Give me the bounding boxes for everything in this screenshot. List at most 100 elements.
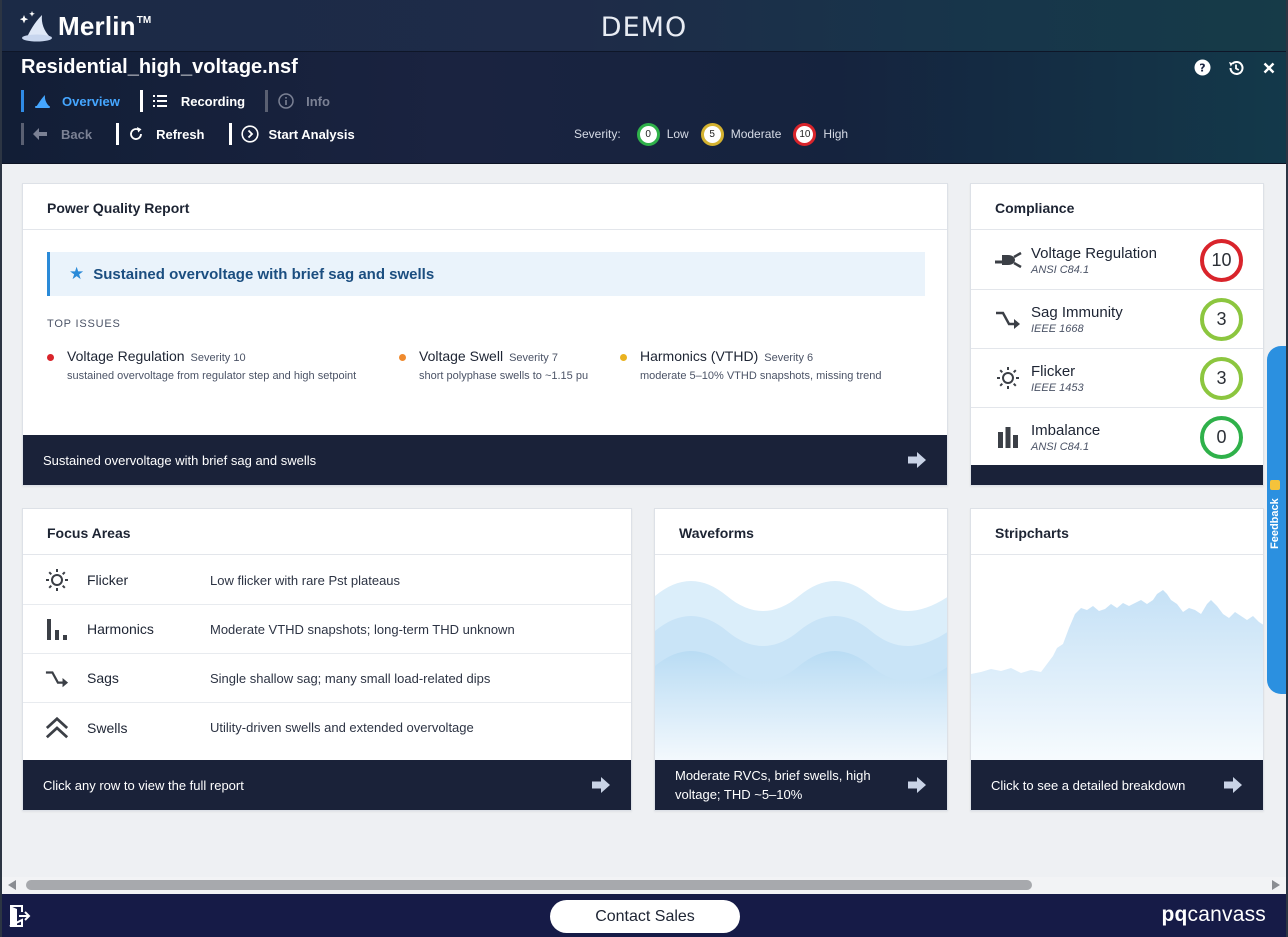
app-footer: Contact Sales pqcanvass [0, 894, 1288, 937]
focus-row-sags[interactable]: Sags Single shallow sag; many small load… [23, 654, 631, 703]
waveform-preview [655, 581, 947, 762]
compliance-row-flicker[interactable]: Flicker IEEE 1453 3 [971, 349, 1263, 408]
compliance-name: Sag Immunity [1031, 303, 1123, 321]
issue-name: Harmonics (VTHD) [640, 348, 759, 364]
stripcharts-footer-link[interactable]: Click to see a detailed breakdown [971, 760, 1263, 810]
exit-icon[interactable] [8, 905, 32, 927]
compliance-card: Compliance Voltage Regulation ANSI C84.1… [970, 183, 1264, 486]
refresh-icon [128, 125, 146, 143]
start-analysis-button[interactable]: Start Analysis [228, 123, 379, 145]
swell-icon [45, 716, 69, 740]
tab-overview[interactable]: Overview [21, 90, 140, 112]
stripcharts-title: Stripcharts [971, 509, 1263, 555]
history-icon[interactable] [1226, 58, 1245, 77]
focus-name: Swells [87, 719, 128, 736]
compliance-standard: ANSI C84.1 [1031, 263, 1090, 276]
compliance-row-sag-immunity[interactable]: Sag Immunity IEEE 1668 3 [971, 290, 1263, 349]
stripcharts-card[interactable]: Stripcharts Click to see a detailed brea… [970, 508, 1264, 811]
help-icon[interactable]: ? [1193, 58, 1212, 77]
bar-chart-icon [993, 425, 1023, 449]
star-icon: ★ [69, 264, 85, 283]
compliance-title: Compliance [971, 184, 1263, 230]
report-summary: ★ Sustained overvoltage with brief sag a… [47, 252, 925, 296]
harmonics-icon [45, 617, 69, 641]
report-footer-link[interactable]: Sustained overvoltage with brief sag and… [23, 435, 947, 485]
issue-severity: Severity 6 [764, 352, 814, 364]
scroll-left-arrow[interactable] [8, 880, 16, 890]
start-analysis-label: Start Analysis [268, 126, 355, 142]
severity-low-label: Low [666, 127, 689, 141]
arrow-right-icon [592, 777, 610, 793]
focus-areas-card: Focus Areas Flicker Low flicker with rar… [22, 508, 632, 811]
tab-info-label: Info [306, 93, 330, 109]
flicker-icon [45, 568, 69, 592]
severity-high-badge: 10 [793, 122, 817, 146]
issue-voltage-regulation: Voltage Regulation Severity 10 sustained … [47, 348, 356, 382]
brand-rest: canvass [1187, 903, 1266, 926]
compliance-score-badge: 10 [1200, 239, 1243, 282]
compliance-standard: IEEE 1453 [1031, 381, 1084, 394]
arrow-right-icon [908, 452, 926, 468]
brand-pq: pq [1161, 903, 1188, 926]
info-icon [278, 93, 294, 109]
plug-icon [993, 248, 1023, 272]
refresh-button[interactable]: Refresh [116, 123, 228, 145]
top-issues-heading: TOP ISSUES [47, 318, 121, 330]
close-icon[interactable] [1259, 58, 1278, 77]
play-circle-icon [240, 125, 259, 143]
compliance-standard: ANSI C84.1 [1031, 440, 1090, 453]
compliance-name: Imbalance [1031, 421, 1101, 439]
back-button[interactable]: Back [21, 123, 116, 145]
focus-name: Flicker [87, 572, 129, 588]
severity-legend: Severity: 0 Low 5 Moderate 10 High [574, 122, 860, 146]
issue-severity-dot [47, 354, 54, 361]
compliance-row-voltage-regulation[interactable]: Voltage Regulation ANSI C84.1 10 [971, 231, 1263, 290]
compliance-score-badge: 3 [1200, 357, 1243, 400]
compliance-row-imbalance[interactable]: Imbalance ANSI C84.1 0 [971, 408, 1263, 467]
sag-icon [45, 666, 69, 690]
focus-name: Sags [87, 670, 119, 686]
severity-low-badge: 0 [636, 122, 660, 146]
tab-info[interactable]: Info [265, 90, 350, 112]
stripchart-preview [971, 590, 1263, 762]
focus-row-flicker[interactable]: Flicker Low flicker with rare Pst platea… [23, 556, 631, 605]
back-arrow-icon [33, 125, 51, 143]
issue-description: moderate 5–10% VTHD snapshots, missing t… [640, 370, 882, 382]
issue-harmonics: Harmonics (VTHD) Severity 6 moderate 5–10… [620, 348, 882, 382]
title-strip: Merlin TM DEMO [0, 0, 1288, 52]
flicker-icon [993, 366, 1023, 390]
compliance-name: Voltage Regulation [1031, 244, 1157, 262]
report-summary-text: Sustained overvoltage with brief sag and… [93, 265, 435, 283]
focus-title: Focus Areas [23, 509, 631, 555]
focus-name: Harmonics [87, 621, 154, 637]
issue-voltage-swell: Voltage Swell Severity 7 short polyphase … [399, 348, 588, 382]
waveforms-title: Waveforms [655, 509, 947, 555]
focus-row-harmonics[interactable]: Harmonics Moderate VTHD snapshots; long-… [23, 605, 631, 654]
waveforms-footer-link[interactable]: Moderate RVCs, brief swells, high voltag… [655, 760, 947, 810]
issue-severity-dot [620, 354, 627, 361]
severity-moderate-badge: 5 [700, 122, 724, 146]
feedback-icon [1270, 480, 1280, 490]
action-bar: Back Refresh Start Analysis [21, 122, 379, 146]
file-name: Residential_high_voltage.nsf [21, 56, 298, 78]
focus-footer-link[interactable]: Click any row to view the full report [23, 760, 631, 810]
refresh-label: Refresh [156, 126, 205, 142]
compliance-score-badge: 3 [1200, 298, 1243, 341]
list-icon [152, 93, 169, 109]
severity-moderate-label: Moderate [730, 127, 782, 141]
waveforms-footer-text: Moderate RVCs, brief swells, high voltag… [675, 768, 871, 802]
sag-icon [993, 307, 1023, 331]
focus-description: Low flicker with rare Pst plateaus [210, 572, 401, 588]
horizontal-scrollbar[interactable] [2, 877, 1286, 894]
compliance-score-badge: 0 [1200, 416, 1243, 459]
focus-row-swells[interactable]: Swells Utility-driven swells and extende… [23, 703, 631, 752]
scrollbar-thumb[interactable] [26, 880, 1032, 890]
issue-severity: Severity 10 [190, 352, 246, 364]
compliance-text: Flicker IEEE 1453 [1031, 363, 1084, 394]
demo-label: DEMO [600, 12, 688, 43]
waveforms-card[interactable]: Waveforms Moderate RVCs, brief swells, h… [654, 508, 948, 811]
tab-recording[interactable]: Recording [139, 90, 265, 112]
compliance-text: Imbalance ANSI C84.1 [1031, 422, 1100, 453]
contact-sales-button[interactable]: Contact Sales [550, 900, 740, 933]
scroll-right-arrow[interactable] [1272, 880, 1280, 890]
